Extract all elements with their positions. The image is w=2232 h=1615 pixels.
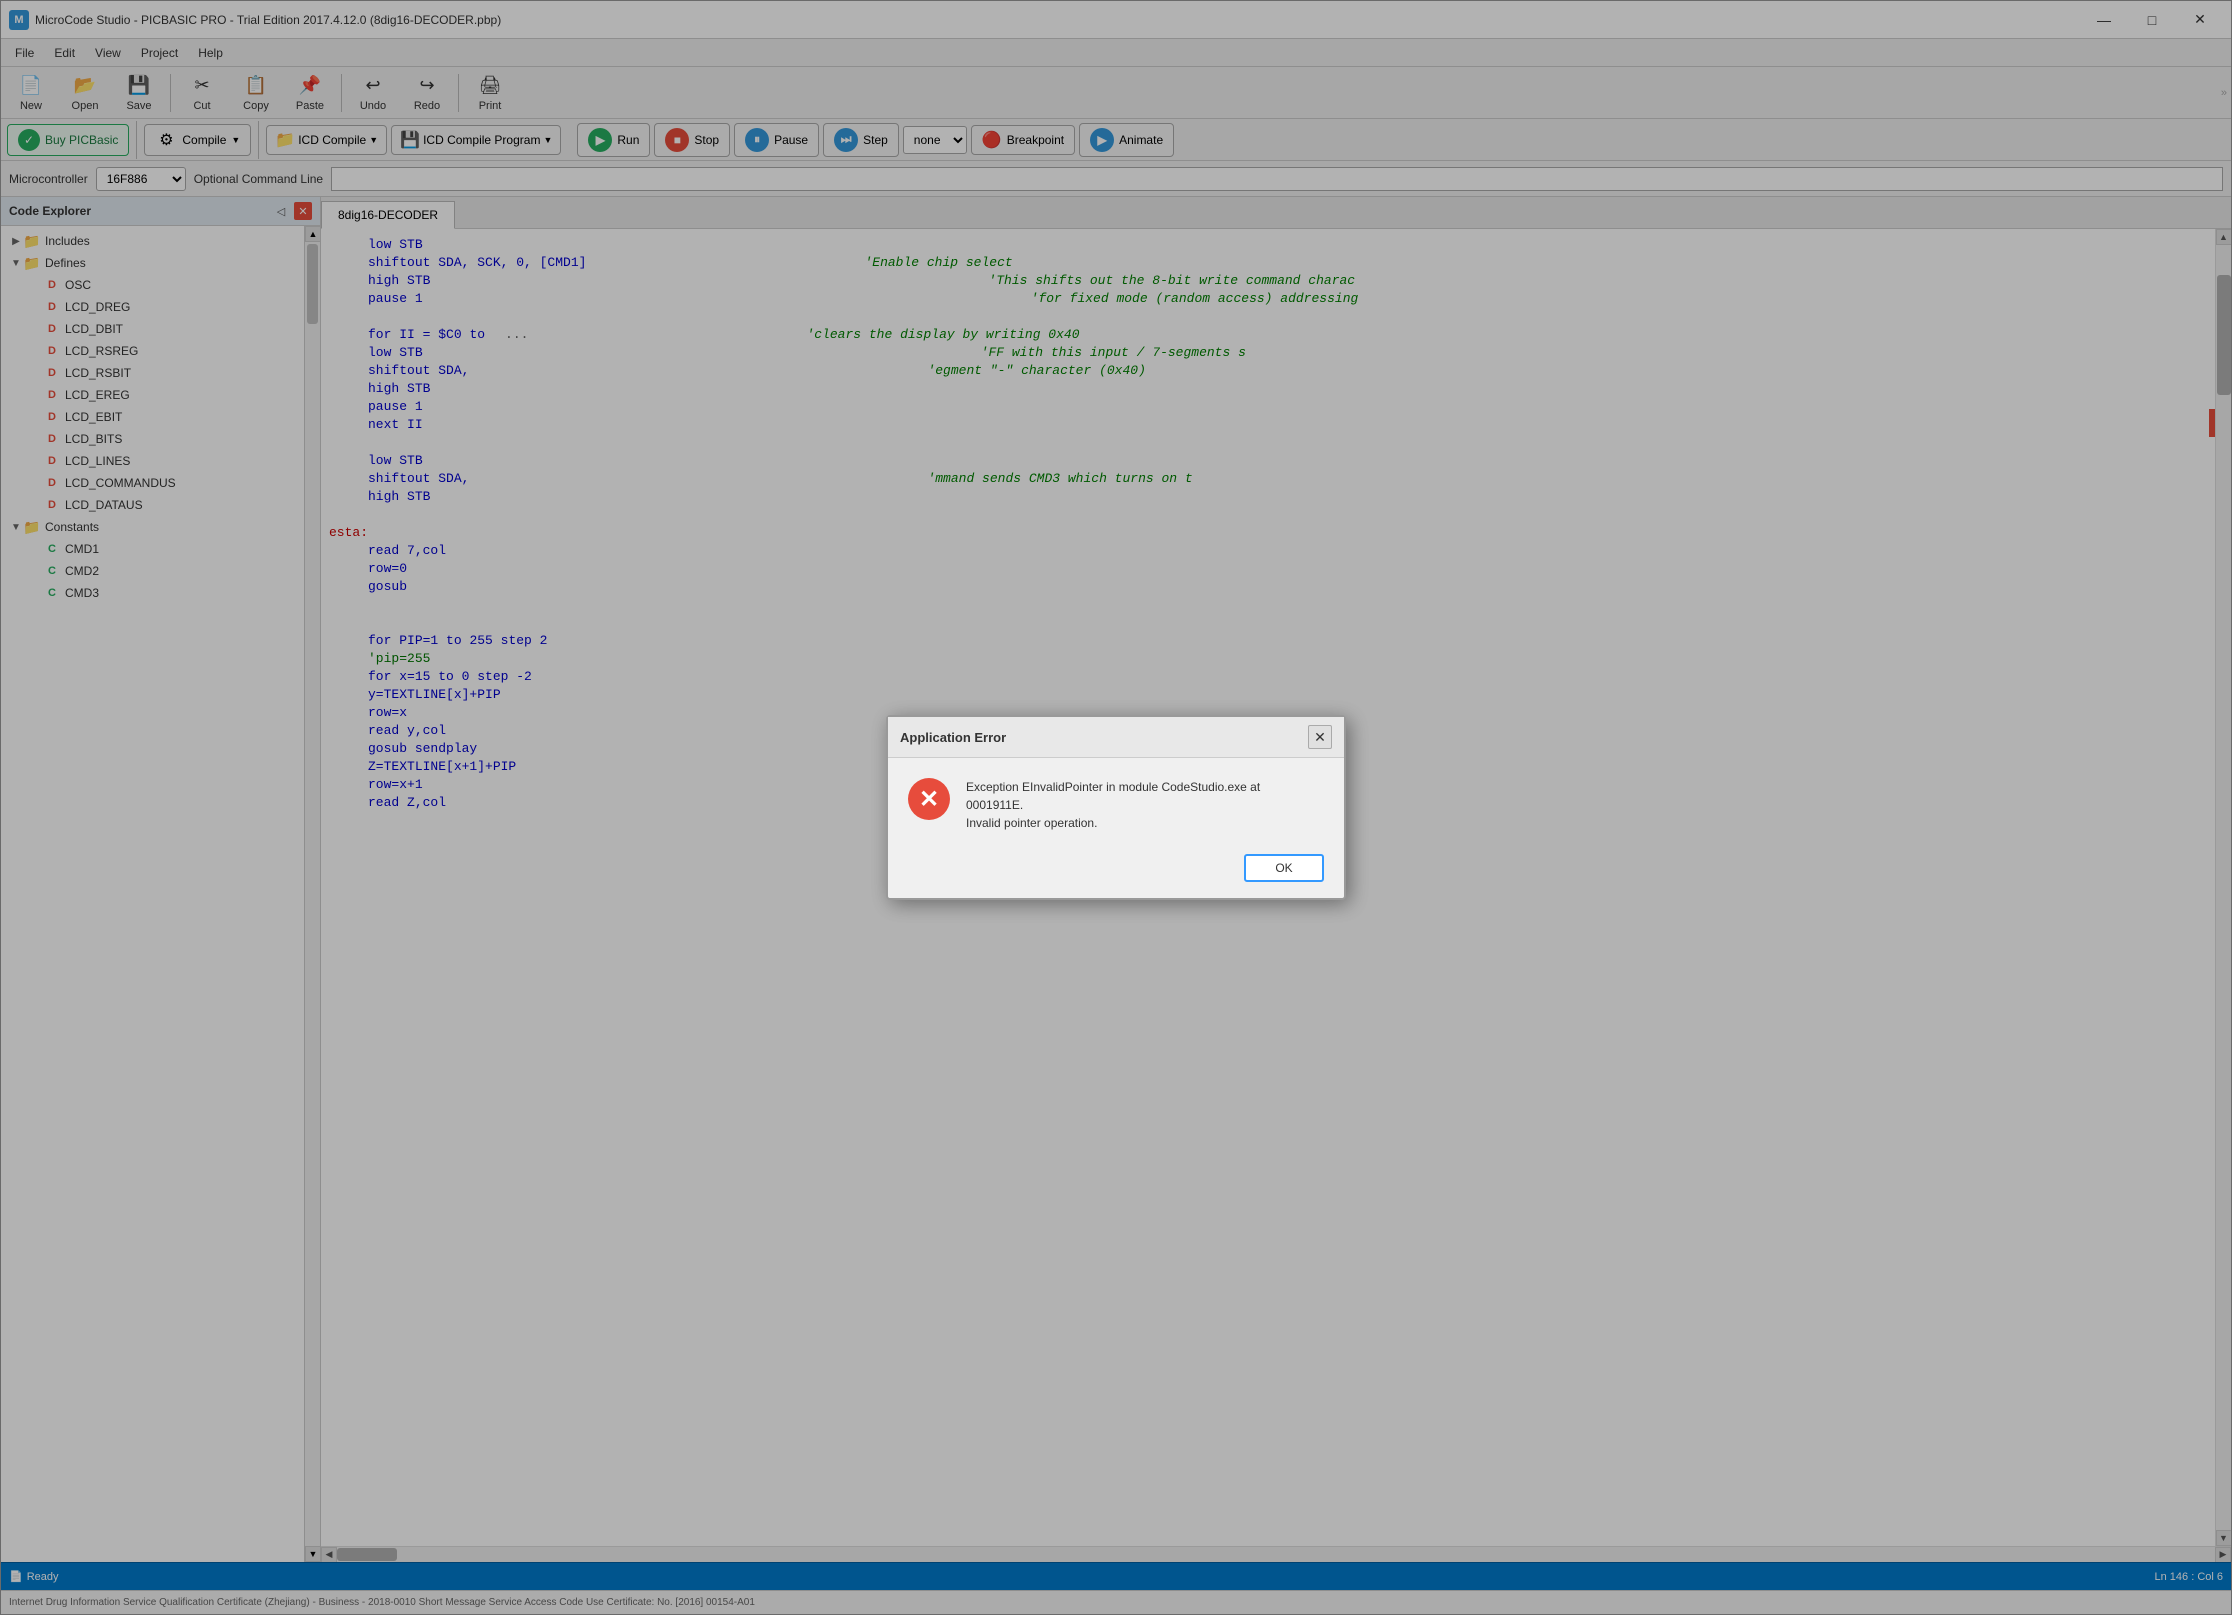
modal-body: ✕ Exception EInvalidPointer in module Co… (888, 758, 1344, 844)
modal-message-line1: Exception EInvalidPointer in module Code… (966, 778, 1260, 796)
modal-footer: OK (888, 844, 1344, 898)
modal-message: Exception EInvalidPointer in module Code… (966, 778, 1260, 832)
error-icon: ✕ (908, 778, 950, 820)
modal-close-button[interactable]: ✕ (1308, 725, 1332, 749)
modal-message-line2: 0001911E. (966, 796, 1260, 814)
application-error-dialog: Application Error ✕ ✕ Exception EInvalid… (886, 715, 1346, 900)
modal-title: Application Error (900, 730, 1006, 745)
modal-titlebar: Application Error ✕ (888, 717, 1344, 758)
modal-overlay: Application Error ✕ ✕ Exception EInvalid… (0, 0, 2232, 1615)
modal-ok-button[interactable]: OK (1244, 854, 1324, 882)
modal-message-line3: Invalid pointer operation. (966, 814, 1260, 832)
